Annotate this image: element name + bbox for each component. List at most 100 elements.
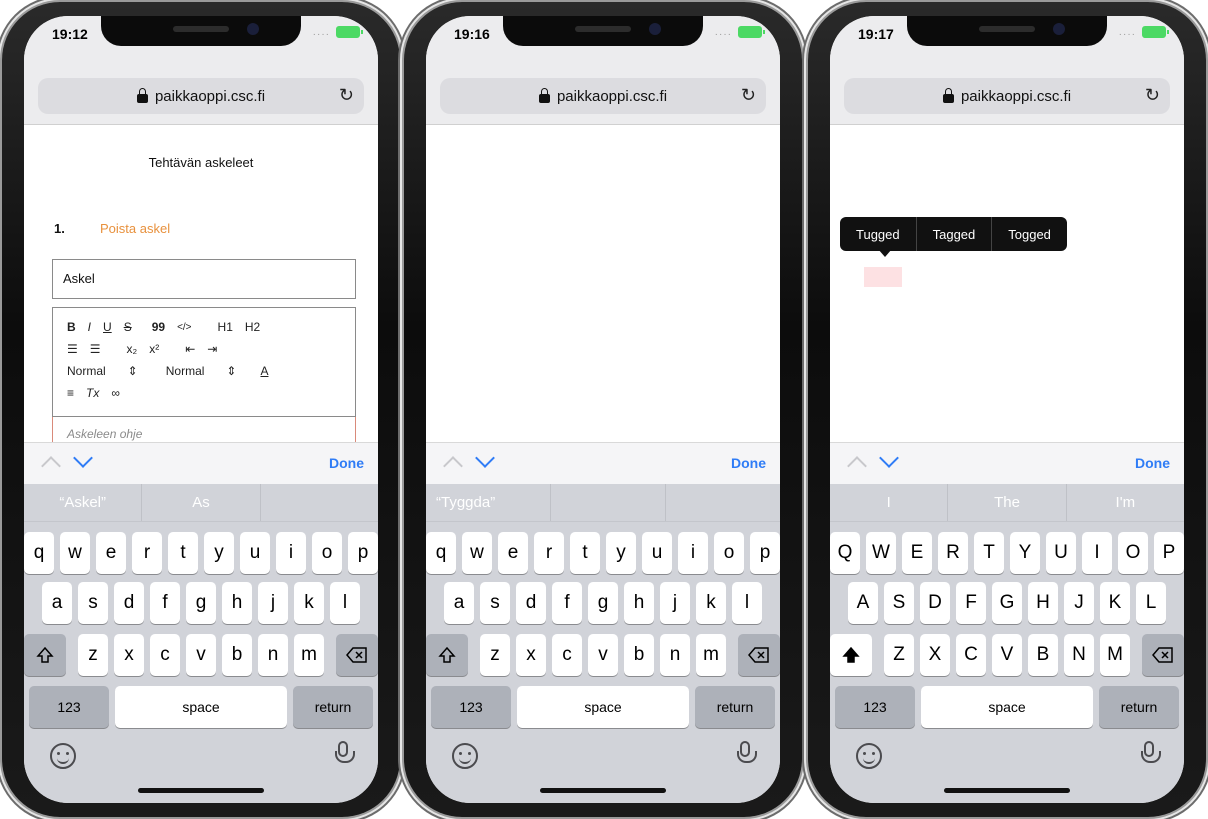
key[interactable]: C xyxy=(956,634,986,676)
return-key[interactable]: return xyxy=(1099,686,1179,728)
emoji-icon[interactable] xyxy=(50,743,76,769)
key[interactable]: l xyxy=(330,582,360,624)
key[interactable]: W xyxy=(866,532,896,574)
backspace-icon[interactable] xyxy=(336,634,378,676)
key[interactable]: j xyxy=(258,582,288,624)
key[interactable]: t xyxy=(168,532,198,574)
home-indicator[interactable] xyxy=(944,788,1070,793)
shift-icon[interactable] xyxy=(426,634,468,676)
shift-icon[interactable] xyxy=(24,634,66,676)
key[interactable]: h xyxy=(624,582,654,624)
popup-option[interactable]: Tagged xyxy=(917,217,993,251)
key[interactable]: H xyxy=(1028,582,1058,624)
key[interactable]: p xyxy=(348,532,378,574)
key[interactable]: O xyxy=(1118,532,1148,574)
return-key[interactable]: return xyxy=(293,686,373,728)
backspace-icon[interactable] xyxy=(738,634,780,676)
superscript-button[interactable]: x² xyxy=(149,342,159,356)
ordered-list-icon[interactable]: ☰ xyxy=(67,342,78,356)
suggestion-item[interactable]: “Tyggda” xyxy=(426,484,551,521)
backspace-icon[interactable] xyxy=(1142,634,1184,676)
bold-button[interactable]: B xyxy=(67,320,76,334)
key[interactable]: s xyxy=(480,582,510,624)
key[interactable]: Q xyxy=(830,532,860,574)
key[interactable]: u xyxy=(642,532,672,574)
reload-icon[interactable]: ↻ xyxy=(339,85,354,106)
numbers-key[interactable]: 123 xyxy=(29,686,109,728)
outdent-icon[interactable]: ⇤ xyxy=(185,342,195,356)
suggestion-item[interactable] xyxy=(666,484,780,521)
return-key[interactable]: return xyxy=(695,686,775,728)
italic-button[interactable]: I xyxy=(88,320,91,334)
key[interactable]: j xyxy=(660,582,690,624)
key[interactable]: i xyxy=(678,532,708,574)
key[interactable]: f xyxy=(150,582,180,624)
align-icon[interactable]: ≡ xyxy=(67,386,74,400)
space-key[interactable]: space xyxy=(115,686,287,728)
key[interactable]: o xyxy=(312,532,342,574)
previous-field-icon[interactable] xyxy=(41,456,61,476)
done-button[interactable]: Done xyxy=(329,455,364,471)
key[interactable]: E xyxy=(902,532,932,574)
link-icon[interactable]: ∞ xyxy=(111,386,120,400)
code-button[interactable]: </> xyxy=(177,322,191,333)
key[interactable]: v xyxy=(186,634,216,676)
key[interactable]: w xyxy=(462,532,492,574)
key[interactable]: D xyxy=(920,582,950,624)
key[interactable]: m xyxy=(696,634,726,676)
reload-icon[interactable]: ↻ xyxy=(741,85,756,106)
key[interactable]: J xyxy=(1064,582,1094,624)
key[interactable]: X xyxy=(920,634,950,676)
key[interactable]: c xyxy=(552,634,582,676)
key[interactable]: r xyxy=(132,532,162,574)
key[interactable]: n xyxy=(258,634,288,676)
key[interactable]: y xyxy=(204,532,234,574)
next-field-icon[interactable] xyxy=(475,448,495,468)
key[interactable]: M xyxy=(1100,634,1130,676)
key[interactable]: c xyxy=(150,634,180,676)
h1-button[interactable]: H1 xyxy=(218,320,233,334)
underline-button[interactable]: U xyxy=(103,320,112,334)
key[interactable]: f xyxy=(552,582,582,624)
done-button[interactable]: Done xyxy=(1135,455,1170,471)
suggestion-item[interactable]: I'm xyxy=(1067,484,1184,521)
key[interactable]: i xyxy=(276,532,306,574)
key[interactable]: e xyxy=(96,532,126,574)
key[interactable]: p xyxy=(750,532,780,574)
key[interactable]: a xyxy=(444,582,474,624)
key[interactable]: v xyxy=(588,634,618,676)
key[interactable]: F xyxy=(956,582,986,624)
microphone-icon[interactable] xyxy=(335,741,355,763)
key[interactable]: Y xyxy=(1010,532,1040,574)
quote-button[interactable]: 99 xyxy=(152,320,165,334)
key[interactable]: V xyxy=(992,634,1022,676)
suggestion-item[interactable]: I xyxy=(830,484,949,521)
indent-icon[interactable]: ⇥ xyxy=(207,342,217,356)
key[interactable]: R xyxy=(938,532,968,574)
size-select[interactable]: Normal xyxy=(67,364,106,378)
home-indicator[interactable] xyxy=(540,788,666,793)
key[interactable]: x xyxy=(516,634,546,676)
key[interactable]: b xyxy=(222,634,252,676)
key[interactable]: y xyxy=(606,532,636,574)
key[interactable]: g xyxy=(186,582,216,624)
key[interactable]: a xyxy=(42,582,72,624)
space-key[interactable]: space xyxy=(921,686,1093,728)
clear-format-button[interactable]: Tx xyxy=(86,386,99,400)
url-bar[interactable]: paikkaoppi.csc.fi ↻ xyxy=(38,78,364,114)
key[interactable]: g xyxy=(588,582,618,624)
key[interactable]: G xyxy=(992,582,1022,624)
suggestion-item[interactable] xyxy=(551,484,666,521)
key[interactable]: q xyxy=(24,532,54,574)
step-title-input[interactable]: Askel xyxy=(52,259,356,299)
suggestion-item[interactable]: “Askel” xyxy=(24,484,143,521)
key[interactable]: K xyxy=(1100,582,1130,624)
subscript-button[interactable]: x₂ xyxy=(127,342,138,356)
font-color-button[interactable]: A xyxy=(260,364,268,378)
previous-field-icon[interactable] xyxy=(443,456,463,476)
done-button[interactable]: Done xyxy=(731,455,766,471)
reload-icon[interactable]: ↻ xyxy=(1145,85,1160,106)
numbers-key[interactable]: 123 xyxy=(431,686,511,728)
key[interactable]: s xyxy=(78,582,108,624)
next-field-icon[interactable] xyxy=(73,448,93,468)
